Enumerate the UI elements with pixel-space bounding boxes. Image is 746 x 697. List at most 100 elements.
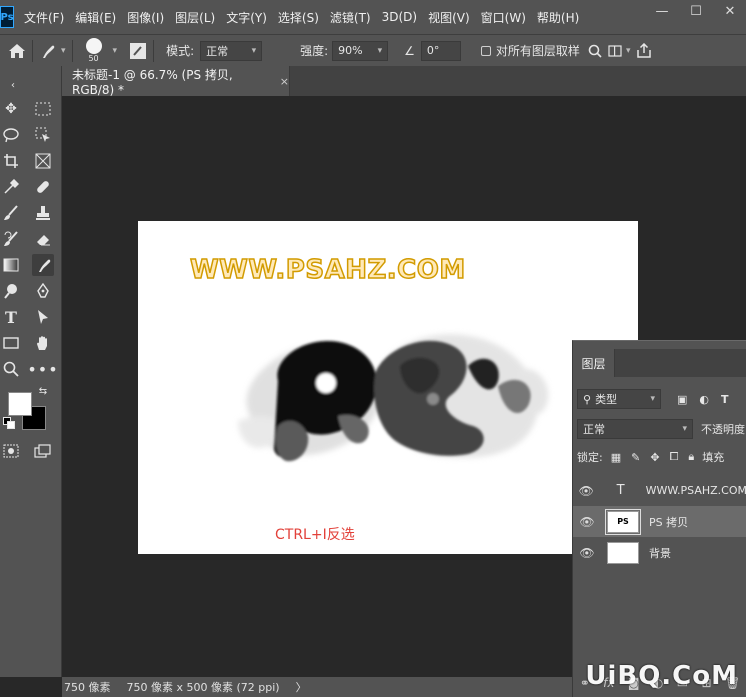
layer-filter-select[interactable]: ⚲ 类型 ▾ (577, 389, 661, 409)
smudge-tool-preset-picker[interactable]: ▾ (39, 42, 66, 60)
search-icon[interactable] (588, 44, 602, 58)
filter-type-icon[interactable]: T (721, 393, 729, 406)
photoshop-window: Ps 文件(F) 编辑(E) 图像(I) 图层(L) 文字(Y) 选择(S) 滤… (0, 0, 746, 697)
layer-name: PS 拷贝 (649, 515, 689, 529)
layers-panel-tab[interactable]: 图层 (573, 349, 615, 377)
close-tab-icon[interactable]: × (280, 75, 289, 88)
chevron-down-icon: ▾ (650, 394, 655, 404)
clone-stamp-tool-icon[interactable] (32, 202, 54, 224)
chevron-down-icon: ▾ (61, 45, 66, 56)
quick-mask-icon[interactable] (0, 440, 22, 462)
hand-tool-icon[interactable] (32, 332, 54, 354)
angle-icon: ∠ (404, 43, 415, 58)
move-tool-icon[interactable]: ✥ (0, 98, 22, 120)
strength-input[interactable]: 90% ▾ (332, 40, 389, 61)
ps-smoke-artwork (238, 334, 549, 462)
lasso-tool-icon[interactable] (0, 124, 22, 146)
brush-settings-icon[interactable] (129, 42, 147, 60)
lock-all-icon[interactable]: 🔒︎ (688, 450, 694, 464)
foreground-color-swatch[interactable] (8, 392, 32, 416)
menu-type[interactable]: 文字(Y) (226, 9, 267, 26)
gradient-tool-icon[interactable] (0, 254, 22, 276)
layer-row[interactable]: 👁︎ PS PS 拷贝 (573, 506, 746, 537)
menu-file[interactable]: 文件(F) (24, 9, 64, 26)
pen-tool-icon[interactable] (32, 280, 54, 302)
sample-all-layers-checkbox[interactable]: 对所有图层取样 (480, 42, 580, 59)
minimize-button[interactable]: — (654, 4, 670, 19)
history-brush-tool-icon[interactable] (0, 228, 22, 250)
layer-row[interactable]: 👁︎ 背景 (573, 537, 746, 568)
menu-window[interactable]: 窗口(W) (481, 9, 526, 26)
path-selection-tool-icon[interactable] (32, 306, 54, 328)
eraser-tool-icon[interactable] (32, 228, 54, 250)
menu-edit[interactable]: 编辑(E) (75, 9, 116, 26)
chevron-down-icon[interactable]: ▾ (113, 46, 118, 56)
divider (32, 39, 33, 62)
layer-name: WWW.PSAHZ.COM (645, 484, 746, 497)
rectangle-tool-icon[interactable] (0, 332, 22, 354)
status-left-value: 750 像素 (64, 681, 111, 694)
workspace-icon[interactable] (608, 44, 622, 58)
menu-view[interactable]: 视图(V) (428, 9, 470, 26)
share-icon[interactable] (636, 42, 652, 59)
document-size: 750 像素 x 500 像素 (72 ppi) (126, 681, 280, 694)
menu-filter[interactable]: 滤镜(T) (330, 9, 371, 26)
angle-value: 0° (426, 44, 440, 57)
blend-mode-value: 正常 (583, 423, 605, 436)
layers-panel: 图层 ⚲ 类型 ▾ ▣ ◐ T 正常 ▾ 不透明度 锁定: ▦ ✎ ✥ ⧠ 🔒︎ (572, 340, 746, 697)
lock-artboard-icon[interactable]: ⧠ (670, 450, 679, 464)
blend-row: 正常 ▾ 不透明度 (577, 419, 745, 439)
marquee-tool-icon[interactable] (32, 98, 54, 120)
layer-thumbnail: PS (605, 508, 641, 535)
opacity-label: 不透明度 (701, 423, 745, 436)
lock-label: 锁定: (577, 451, 603, 464)
lock-image-icon[interactable]: ✎ (631, 451, 640, 464)
document-tab[interactable]: 未标题-1 @ 66.7% (PS 拷贝, RGB/8) * × (62, 66, 290, 97)
object-selection-tool-icon[interactable] (32, 124, 54, 146)
close-button[interactable]: ✕ (722, 4, 738, 19)
dodge-tool-icon[interactable] (0, 280, 22, 302)
maximize-button[interactable]: ☐ (688, 4, 704, 19)
crop-tool-icon[interactable] (0, 150, 22, 172)
mode-select[interactable]: 正常 ▾ (200, 40, 263, 61)
options-bar: ▾ 50 ▾ 模式: 正常 ▾ 强度: 90% ▾ ∠ 0° 对所有图层取样 ▾ (0, 34, 746, 66)
chevron-down-icon[interactable]: ▾ (626, 46, 631, 56)
zoom-tool-icon[interactable] (0, 358, 22, 380)
layer-row[interactable]: 👁︎ T WWW.PSAHZ.COM (573, 475, 746, 506)
brush-tool-icon[interactable] (0, 202, 22, 224)
menu-help[interactable]: 帮助(H) (537, 9, 579, 26)
brush-size-picker[interactable]: 50 (79, 36, 109, 66)
brush-tip-icon (85, 38, 102, 54)
panel-collapse-icon[interactable]: ‹ (2, 74, 24, 96)
home-icon[interactable] (8, 43, 26, 59)
visibility-eye-icon[interactable]: 👁︎ (573, 546, 601, 560)
swap-colors-icon[interactable]: ⇆ (36, 384, 50, 398)
default-colors-icon[interactable] (2, 416, 16, 430)
screen-mode-icon[interactable] (32, 440, 54, 462)
more-tools-icon[interactable]: ••• (27, 358, 57, 380)
visibility-eye-icon[interactable]: 👁︎ (573, 484, 599, 498)
filter-pixel-icon[interactable]: ▣ (677, 393, 687, 406)
frame-tool-icon[interactable] (32, 150, 54, 172)
document-canvas[interactable]: WWW.PSAHZ.COM CTRL+I反选 (138, 221, 638, 554)
blend-mode-select[interactable]: 正常 ▾ (577, 419, 693, 439)
angle-input[interactable]: 0° (420, 40, 461, 61)
status-expand-icon[interactable]: 〉 (296, 679, 307, 695)
lock-position-icon[interactable]: ✥ (650, 451, 659, 464)
menu-layer[interactable]: 图层(L) (175, 9, 215, 26)
brush-size-value: 50 (88, 54, 99, 63)
visibility-eye-icon[interactable]: 👁︎ (573, 515, 601, 529)
healing-brush-tool-icon[interactable] (32, 176, 54, 198)
type-tool-icon[interactable]: T (0, 306, 22, 328)
menu-3d[interactable]: 3D(D) (382, 10, 417, 24)
mode-value: 正常 (206, 44, 229, 58)
divider (153, 39, 155, 62)
eyedropper-tool-icon[interactable] (0, 176, 22, 198)
menu-image[interactable]: 图像(I) (127, 9, 164, 26)
photoshop-logo-icon: Ps (0, 6, 14, 28)
menu-select[interactable]: 选择(S) (278, 9, 319, 26)
lock-transparent-icon[interactable]: ▦ (611, 451, 621, 464)
smudge-tool-icon[interactable] (32, 254, 54, 276)
lock-row: 锁定: ▦ ✎ ✥ ⧠ 🔒︎ 填充 (577, 449, 724, 465)
filter-adjustment-icon[interactable]: ◐ (699, 393, 709, 406)
